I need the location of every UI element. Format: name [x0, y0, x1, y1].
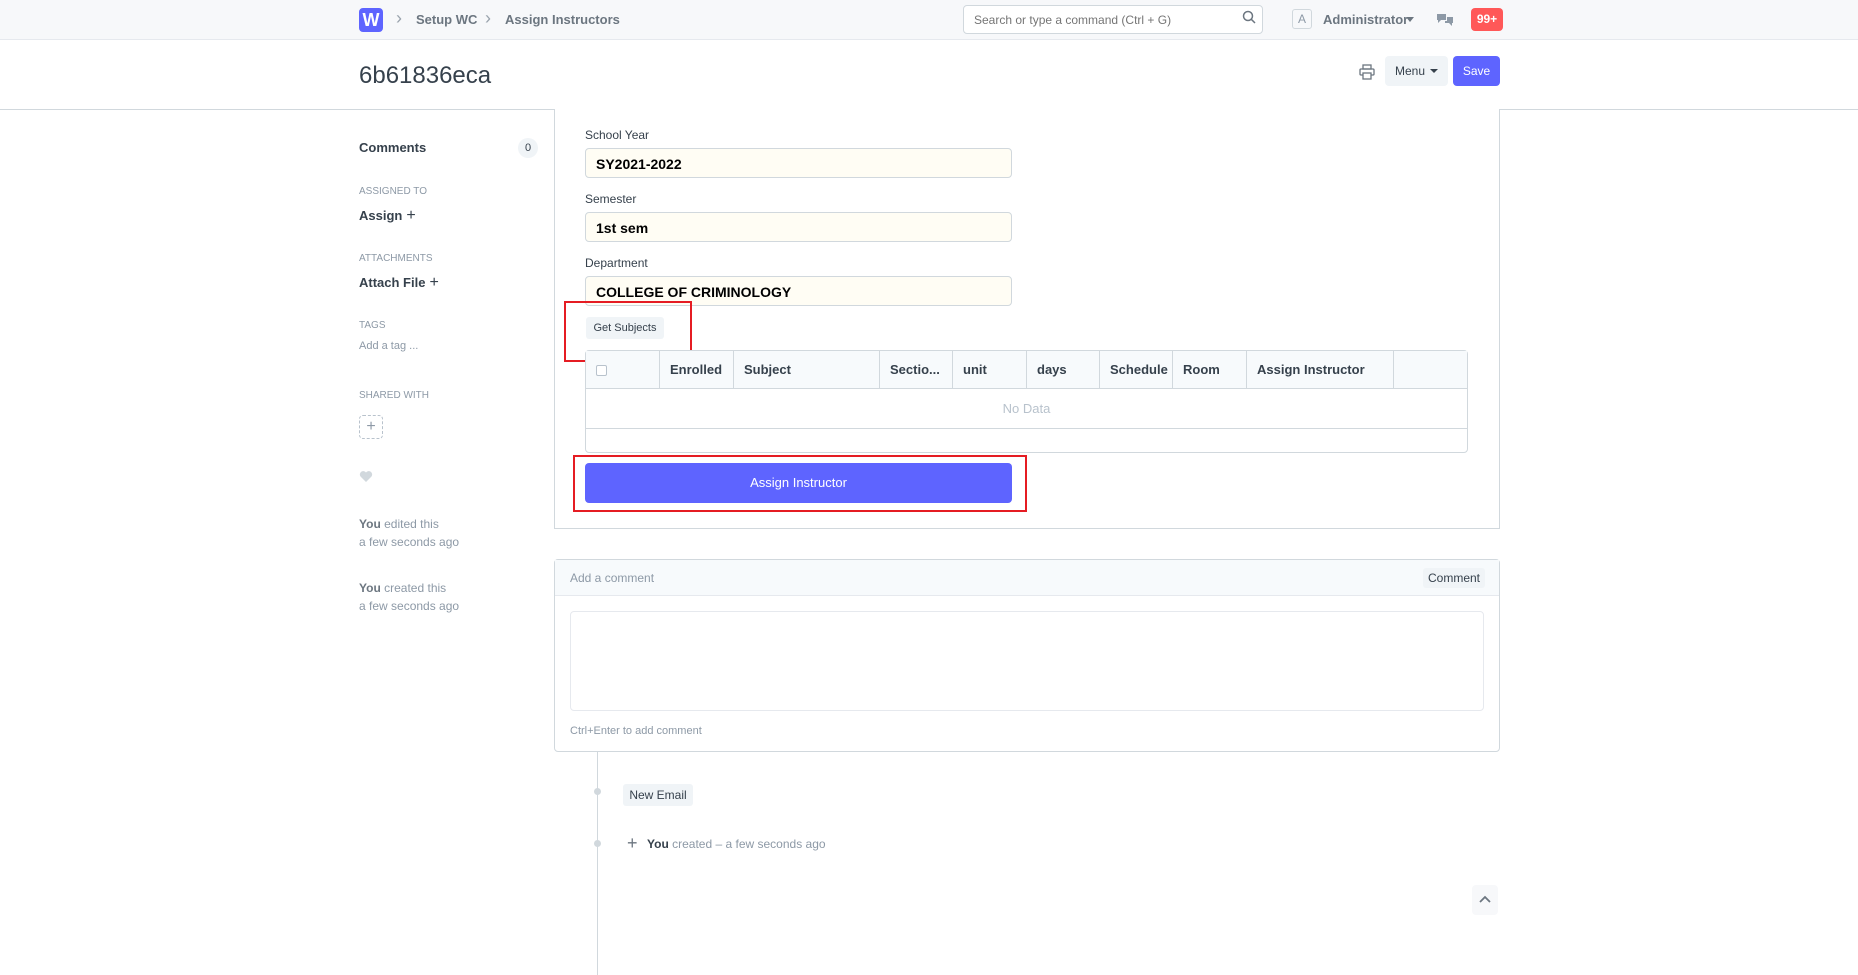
add-tag-link[interactable]: Add a tag ...: [359, 340, 418, 352]
breadcrumb-assign-instructors[interactable]: Assign Instructors: [505, 12, 620, 27]
col-assign-instructor: Assign Instructor: [1247, 351, 1394, 389]
assigned-to-heading: ASSIGNED TO: [359, 186, 427, 197]
table-header: Enrolled Subject Sectio... unit days Sch…: [586, 351, 1467, 389]
new-email-button[interactable]: New Email: [623, 784, 693, 806]
heart-icon[interactable]: [359, 470, 373, 483]
sidebar-comments[interactable]: Comments: [359, 140, 426, 155]
select-all-cell: [586, 351, 660, 389]
col-schedule: Schedule: [1100, 351, 1173, 389]
chat-icon[interactable]: [1436, 12, 1454, 28]
breadcrumb-setup-wc[interactable]: Setup WC: [416, 12, 477, 27]
col-enrolled: Enrolled: [660, 351, 734, 389]
page-title: 6b61836eca: [359, 62, 492, 89]
search-input[interactable]: [963, 5, 1263, 34]
school-year-label: School Year: [585, 128, 650, 142]
attachments-heading: ATTACHMENTS: [359, 253, 433, 264]
activity-item: You created this a few seconds ago: [359, 581, 460, 613]
department-label: Department: [585, 256, 648, 270]
col-room: Room: [1173, 351, 1247, 389]
comment-button[interactable]: Comment: [1423, 568, 1485, 588]
highlight-box-assign-instructor: [573, 455, 1027, 512]
menu-button[interactable]: Menu: [1385, 56, 1448, 86]
col-days: days: [1027, 351, 1100, 389]
activity-item: You edited this a few seconds ago: [359, 517, 460, 549]
navbar: W › Setup WC › Assign Instructors A Admi…: [0, 0, 1858, 40]
caret-down-icon[interactable]: [1406, 17, 1414, 22]
plus-icon: +: [429, 274, 439, 291]
timeline-line: [597, 752, 598, 975]
save-button[interactable]: Save: [1453, 56, 1500, 86]
comment-box: Add a comment Comment Ctrl+Enter to add …: [554, 559, 1500, 752]
chevron-right-icon: ›: [396, 8, 402, 28]
subjects-table: Enrolled Subject Sectio... unit days Sch…: [585, 350, 1468, 453]
tags-heading: TAGS: [359, 320, 386, 331]
col-subject: Subject: [734, 351, 880, 389]
comment-box-header: Add a comment Comment: [555, 560, 1499, 596]
semester-label: Semester: [585, 192, 637, 206]
assign-link[interactable]: Assign +: [359, 207, 416, 225]
notification-badge[interactable]: 99+: [1471, 8, 1503, 31]
comment-textarea[interactable]: [570, 611, 1484, 711]
semester-field[interactable]: 1st sem: [585, 212, 1012, 242]
attach-file-link[interactable]: Attach File +: [359, 274, 439, 292]
app-logo[interactable]: W: [359, 8, 383, 32]
plus-icon: +: [406, 207, 416, 224]
timeline-dot: [594, 788, 601, 795]
school-year-field[interactable]: SY2021-2022: [585, 148, 1012, 178]
plus-icon: +: [627, 833, 638, 853]
caret-down-icon: [1430, 69, 1438, 73]
shared-with-heading: SHARED WITH: [359, 390, 429, 401]
comment-hint: Ctrl+Enter to add comment: [570, 725, 702, 737]
print-icon[interactable]: [1359, 64, 1375, 80]
comment-count-badge: 0: [518, 138, 538, 158]
chevron-up-icon: [1479, 895, 1491, 903]
page-head: 6b61836eca Menu Save: [0, 40, 1858, 110]
menu-button-label: Menu: [1395, 64, 1426, 78]
col-unit: unit: [953, 351, 1027, 389]
select-all-checkbox[interactable]: [596, 365, 607, 376]
chevron-right-icon: ›: [485, 8, 491, 28]
no-data-message: No Data: [586, 389, 1467, 429]
scroll-to-top-button[interactable]: [1472, 885, 1498, 915]
timeline-dot: [594, 840, 601, 847]
timeline-entry: You created – a few seconds ago: [647, 837, 826, 851]
avatar[interactable]: A: [1292, 9, 1312, 29]
col-section: Sectio...: [880, 351, 953, 389]
user-menu[interactable]: Administrator: [1323, 12, 1408, 27]
share-add-button[interactable]: +: [359, 415, 383, 439]
search-icon[interactable]: [1242, 10, 1256, 24]
add-comment-label: Add a comment: [570, 571, 655, 585]
